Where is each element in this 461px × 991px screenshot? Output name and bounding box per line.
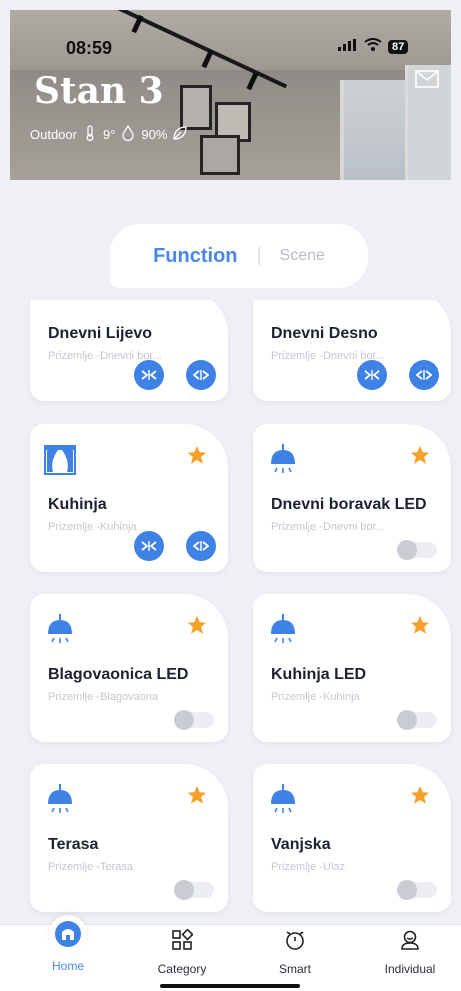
device-card[interactable]: Dnevni boravak LED Prizemlje -Dnevni bor… xyxy=(253,424,451,572)
nav-home-label: Home xyxy=(51,959,84,973)
device-card[interactable]: Terasa Prizemlje -Terasa xyxy=(30,764,228,912)
device-location: Prizemlje -Dnevni bor... xyxy=(271,350,385,362)
tab-scene[interactable]: Scene xyxy=(280,247,325,265)
device-location: Prizemlje -Terasa xyxy=(48,861,133,873)
device-name: Kuhinja xyxy=(48,496,107,513)
device-location: Prizemlje -Dnevni bor... xyxy=(48,350,162,362)
favorite-star-icon[interactable] xyxy=(186,444,208,466)
battery-indicator: 87 xyxy=(388,39,409,54)
nav-category[interactable]: Category xyxy=(132,928,232,976)
timer-icon xyxy=(284,929,306,956)
device-card[interactable]: Kuhinja LED Prizemlje -Kuhinja xyxy=(253,594,451,742)
curtain-open-button[interactable] xyxy=(186,531,216,561)
weather-bar: Outdoor 9° 90% xyxy=(30,124,188,144)
curtain-close-button[interactable] xyxy=(134,531,164,561)
nav-home[interactable]: Home xyxy=(18,915,118,973)
curtain-close-button[interactable] xyxy=(134,360,164,390)
device-card[interactable]: Dnevni Desno Prizemlje -Dnevni bor... xyxy=(253,300,451,401)
wifi-icon xyxy=(364,38,382,55)
device-card[interactable]: Kuhinja Prizemlje -Kuhinja xyxy=(30,424,228,572)
favorite-star-icon[interactable] xyxy=(186,614,208,636)
curtain-icon xyxy=(44,444,76,476)
curtain-open-button[interactable] xyxy=(186,360,216,390)
bottom-nav: Home Category Smart Individual xyxy=(0,915,461,991)
nav-smart-label: Smart xyxy=(278,962,311,976)
home-icon xyxy=(49,915,87,953)
curtain-open-button[interactable] xyxy=(409,360,439,390)
device-name: Dnevni Lijevo xyxy=(48,325,153,342)
status-time: 08:59 xyxy=(66,38,113,58)
toggle-knob xyxy=(397,710,417,730)
power-toggle[interactable] xyxy=(174,880,214,900)
home-title[interactable]: Stan 3 xyxy=(34,70,164,112)
power-toggle[interactable] xyxy=(397,710,437,730)
favorite-star-icon[interactable] xyxy=(409,614,431,636)
device-location: Prizemlje -Kuhinja xyxy=(271,691,360,703)
nav-individual-label: Individual xyxy=(384,962,436,976)
category-icon xyxy=(171,928,194,956)
device-name: Blagovaonica LED xyxy=(48,666,189,683)
toggle-knob xyxy=(174,880,194,900)
user-icon xyxy=(399,929,421,956)
power-toggle[interactable] xyxy=(397,880,437,900)
temperature-value: 9° xyxy=(102,127,116,142)
device-name: Vanjska xyxy=(271,836,331,853)
nav-individual[interactable]: Individual xyxy=(360,929,460,976)
power-toggle[interactable] xyxy=(174,710,214,730)
device-name: Dnevni boravak LED xyxy=(271,496,427,513)
device-name: Kuhinja LED xyxy=(271,666,367,683)
curtain-close-button[interactable] xyxy=(357,360,387,390)
ceiling-lamp-icon xyxy=(44,614,76,646)
ceiling-lamp-icon xyxy=(267,614,299,646)
signal-icon xyxy=(338,38,358,55)
toggle-knob xyxy=(397,880,417,900)
toggle-knob xyxy=(174,710,194,730)
nav-smart[interactable]: Smart xyxy=(245,929,345,976)
device-location: Prizemlje -Kuhinja xyxy=(48,521,137,533)
status-icons: 87 xyxy=(338,38,409,55)
device-card[interactable]: Dnevni Lijevo Prizemlje -Dnevni bor... xyxy=(30,300,228,401)
ceiling-lamp-icon xyxy=(267,444,299,476)
leaf-icon xyxy=(172,125,188,144)
favorite-star-icon[interactable] xyxy=(409,444,431,466)
favorite-star-icon[interactable] xyxy=(409,784,431,806)
device-location: Prizemlje -Dnevni bor... xyxy=(271,521,385,533)
device-card[interactable]: Blagovaonica LED Prizemlje -Blagovaona xyxy=(30,594,228,742)
humidity-icon xyxy=(120,124,136,144)
device-name: Dnevni Desno xyxy=(271,325,378,342)
ceiling-lamp-icon xyxy=(267,784,299,816)
nav-category-label: Category xyxy=(157,962,207,976)
mail-icon[interactable] xyxy=(415,70,439,88)
favorite-star-icon[interactable] xyxy=(186,784,208,806)
tab-divider xyxy=(257,247,260,265)
device-location: Prizemlje -Blagovaona xyxy=(48,691,159,703)
device-grid: Dnevni Lijevo Prizemlje -Dnevni bor... D… xyxy=(0,300,461,925)
power-toggle[interactable] xyxy=(397,540,437,560)
device-location: Prizemlje -Ulaz xyxy=(271,861,345,873)
outdoor-label: Outdoor xyxy=(30,127,77,142)
humidity-value: 90% xyxy=(141,127,168,142)
toggle-knob xyxy=(397,540,417,560)
tab-function[interactable]: Function xyxy=(153,245,237,268)
thermometer-icon xyxy=(82,125,98,144)
function-scene-tabs: Function Scene xyxy=(110,224,368,288)
home-indicator xyxy=(160,984,300,988)
ceiling-lamp-icon xyxy=(44,784,76,816)
device-card[interactable]: Vanjska Prizemlje -Ulaz xyxy=(253,764,451,912)
device-name: Terasa xyxy=(48,836,99,853)
